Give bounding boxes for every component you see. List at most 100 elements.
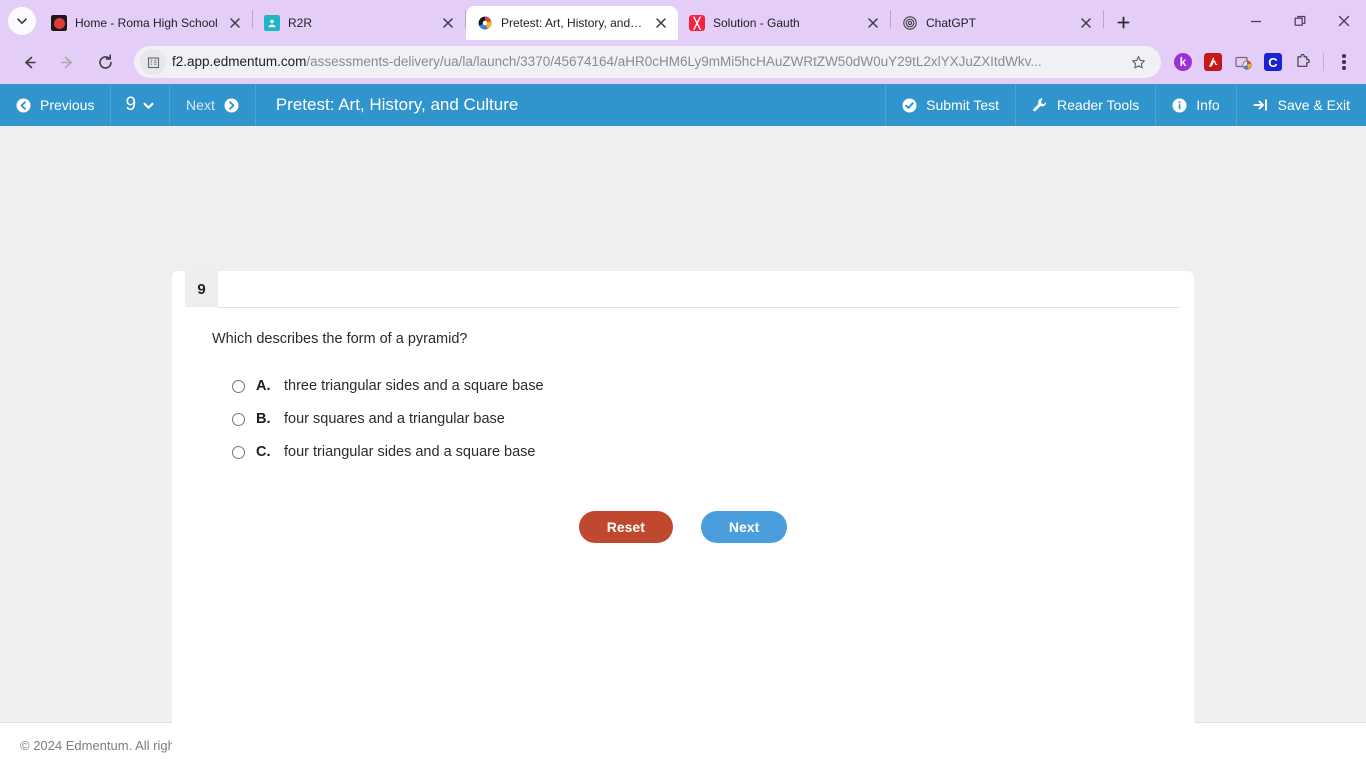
save-and-exit-label: Save & Exit [1277, 97, 1350, 113]
back-arrow-icon [24, 56, 36, 68]
tab-close-icon[interactable] [652, 14, 670, 32]
toolbar-right-actions: Submit Test Reader Tools Info Save & Exi… [885, 84, 1366, 126]
c-extension-icon[interactable]: C [1259, 48, 1287, 76]
reader-tools-label: Reader Tools [1057, 97, 1140, 113]
option-letter: A. [256, 378, 271, 394]
tab-strip: Home - Roma High School R2R Pretest: Art… [0, 0, 1366, 40]
window-close-button[interactable] [1322, 6, 1366, 36]
browser-chrome: Home - Roma High School R2R Pretest: Art… [0, 0, 1366, 84]
option-letter: B. [256, 411, 271, 427]
edmentum-icon [477, 15, 493, 31]
answer-option-b[interactable]: B. four squares and a triangular base [232, 409, 544, 442]
extension-icons: k C [1169, 48, 1358, 76]
question-number-badge: 9 [185, 271, 218, 307]
question-action-buttons: Reset Next [172, 511, 1194, 543]
extensions-puzzle-icon[interactable] [1289, 48, 1317, 76]
wrench-icon [1033, 98, 1047, 112]
toolbar-divider [1323, 53, 1324, 71]
chevron-down-icon [17, 18, 27, 25]
option-letter: C. [256, 444, 271, 460]
chevron-down-icon [143, 102, 154, 109]
answer-options-list: A. three triangular sides and a square b… [232, 376, 544, 475]
exit-arrow-icon [1253, 99, 1267, 111]
tab-close-icon[interactable] [226, 14, 244, 32]
adobe-acrobat-extension-icon[interactable] [1199, 48, 1227, 76]
kami-extension-icon[interactable]: k [1169, 48, 1197, 76]
question-card: 9 Which describes the form of a pyramid?… [172, 271, 1194, 768]
maximize-icon [1294, 15, 1305, 26]
tab-close-icon[interactable] [864, 14, 882, 32]
window-controls [1234, 6, 1366, 40]
c-label: C [1264, 53, 1282, 71]
tab-title: Home - Roma High School [75, 16, 218, 30]
close-icon [1338, 15, 1350, 27]
three-dot-menu-icon[interactable] [1330, 48, 1358, 76]
window-maximize-button[interactable] [1278, 6, 1322, 36]
tab-close-icon[interactable] [439, 14, 457, 32]
next-label: Next [186, 97, 215, 113]
url-host: f2.app.edmentum.com [172, 54, 307, 69]
arrow-left-circle-icon [16, 98, 31, 112]
info-button[interactable]: Info [1156, 84, 1237, 126]
submit-test-label: Submit Test [926, 97, 1000, 113]
minimize-icon [1250, 20, 1262, 23]
assessment-title: Pretest: Art, History, and Culture [275, 95, 519, 114]
roma-logo-icon [51, 15, 67, 31]
kami-label: k [1174, 53, 1192, 71]
question-header-divider [218, 307, 1180, 308]
reset-button[interactable]: Reset [578, 511, 673, 543]
address-bar[interactable]: f2.app.edmentum.com/assessments-delivery… [134, 46, 1161, 78]
browser-tab-chatgpt[interactable]: ChatGPT [891, 6, 1103, 40]
question-prompt: Which describes the form of a pyramid? [212, 331, 468, 347]
option-text: three triangular sides and a square base [284, 378, 544, 394]
tab-title: ChatGPT [926, 16, 977, 30]
address-bar-text: f2.app.edmentum.com/assessments-delivery… [172, 52, 1125, 72]
previous-label: Previous [40, 97, 95, 113]
forward-arrow-icon [60, 56, 72, 68]
submit-test-button[interactable]: Submit Test [885, 84, 1017, 126]
browser-tab-pretest-active[interactable]: Pretest: Art, History, and Cultu [466, 6, 678, 40]
check-circle-icon [902, 98, 917, 112]
reader-tools-button[interactable]: Reader Tools [1016, 84, 1157, 126]
browser-tab-home-roma[interactable]: Home - Roma High School [40, 6, 252, 40]
next-button[interactable]: Next [700, 511, 788, 543]
tab-title: Pretest: Art, History, and Cultu [501, 16, 644, 30]
tab-title: R2R [288, 16, 313, 30]
assessment-toolbar: Previous 9 Next Pretest: Art, History, a… [0, 84, 1366, 126]
forward-button[interactable] [52, 47, 82, 77]
chatgpt-icon [902, 15, 918, 31]
plus-icon [1117, 16, 1129, 28]
site-info-icon[interactable] [140, 49, 166, 75]
current-question-number: 9 [125, 94, 137, 115]
omnibox-bar: f2.app.edmentum.com/assessments-delivery… [0, 40, 1366, 84]
previous-question-button[interactable]: Previous [0, 84, 112, 126]
save-and-exit-button[interactable]: Save & Exit [1237, 84, 1366, 126]
window-minimize-button[interactable] [1234, 6, 1278, 36]
new-tab-button[interactable] [1110, 9, 1136, 35]
radio-option-c[interactable] [232, 446, 245, 459]
bookmark-star-icon[interactable] [1125, 49, 1151, 75]
tab-title: Solution - Gauth [713, 16, 800, 30]
radio-option-a[interactable] [232, 380, 245, 393]
tab-search-button[interactable] [8, 7, 36, 35]
arrow-right-circle-icon [224, 98, 239, 112]
screen-capture-extension-icon[interactable] [1229, 48, 1257, 76]
info-label: Info [1196, 97, 1220, 113]
tab-close-icon[interactable] [1077, 14, 1095, 32]
browser-tab-solution-gauth[interactable]: ╳ Solution - Gauth [678, 6, 890, 40]
question-number-selector[interactable]: 9 [111, 84, 171, 126]
url-path: /assessments-delivery/ua/la/launch/3370/… [306, 54, 1042, 69]
browser-tab-r2r[interactable]: R2R [253, 6, 465, 40]
back-button[interactable] [14, 47, 44, 77]
assessment-page-area: 9 Which describes the form of a pyramid?… [0, 126, 1366, 768]
info-circle-icon [1172, 98, 1187, 112]
answer-option-a[interactable]: A. three triangular sides and a square b… [232, 376, 544, 409]
r2r-contact-icon [264, 15, 280, 31]
next-question-button[interactable]: Next [170, 84, 256, 126]
answer-option-c[interactable]: C. four triangular sides and a square ba… [232, 442, 544, 475]
tab-divider [1103, 10, 1104, 28]
reload-icon [98, 53, 112, 69]
option-text: four squares and a triangular base [284, 411, 505, 427]
radio-option-b[interactable] [232, 413, 245, 426]
reload-button[interactable] [90, 47, 120, 77]
